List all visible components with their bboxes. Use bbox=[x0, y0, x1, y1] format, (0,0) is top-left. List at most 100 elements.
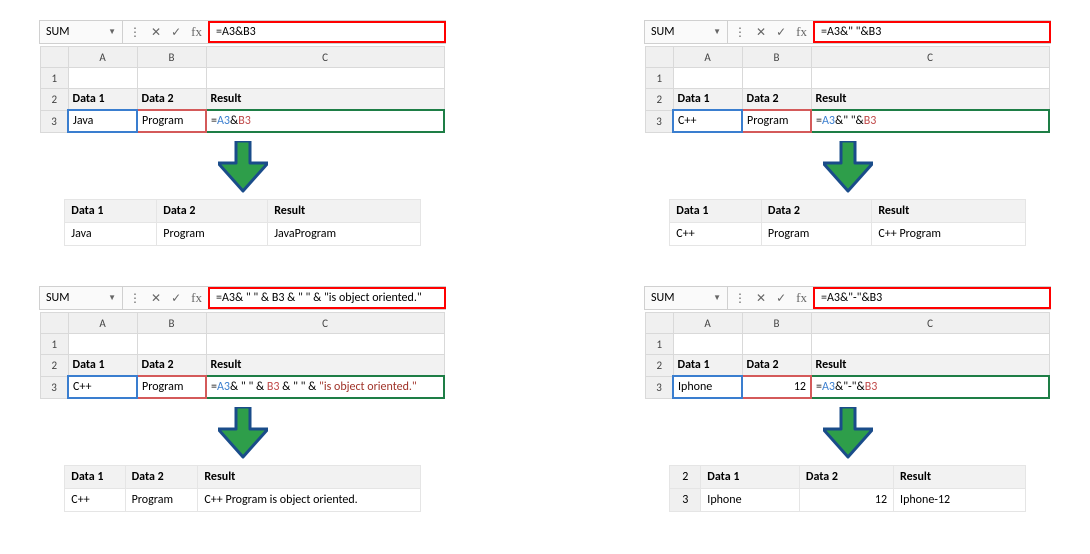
cell-b3[interactable]: 12 bbox=[742, 376, 811, 398]
cell[interactable] bbox=[68, 68, 137, 89]
cell-a3[interactable]: Iphone bbox=[673, 376, 742, 398]
cell[interactable] bbox=[137, 68, 206, 89]
header-cell[interactable]: Data 2 bbox=[137, 89, 206, 111]
header-cell[interactable]: Result bbox=[206, 355, 444, 377]
result-sheet: Data 1Data 2Result C++ProgramC++ Program… bbox=[64, 465, 420, 512]
row-header[interactable]: 1 bbox=[646, 334, 674, 355]
header-cell[interactable]: Data 2 bbox=[137, 355, 206, 377]
fx-icon[interactable]: fx bbox=[796, 290, 807, 306]
cell-a3[interactable]: Java bbox=[68, 110, 137, 132]
input-sheet: ABC 1 2Data 1Data 2Result 3 Iphone 12 =A… bbox=[645, 312, 1050, 399]
col-header[interactable]: B bbox=[137, 47, 206, 68]
result-header: Data 2 bbox=[761, 200, 871, 223]
row-header[interactable]: 3 bbox=[41, 376, 69, 398]
row-header: 3 bbox=[670, 489, 701, 512]
cell[interactable] bbox=[68, 334, 137, 355]
col-header[interactable]: C bbox=[206, 313, 444, 334]
row-header[interactable]: 1 bbox=[41, 334, 69, 355]
result-cell: C++ Program bbox=[872, 223, 1025, 246]
cell-c3-editing[interactable]: =A3&" "&B3 bbox=[811, 110, 1049, 132]
cell[interactable] bbox=[137, 334, 206, 355]
enter-icon[interactable]: ✓ bbox=[776, 291, 786, 306]
header-cell[interactable]: Data 1 bbox=[68, 355, 137, 377]
name-box-value: SUM bbox=[651, 25, 674, 39]
cell[interactable] bbox=[811, 68, 1049, 89]
col-header[interactable]: B bbox=[137, 313, 206, 334]
row-header[interactable]: 2 bbox=[41, 355, 69, 377]
arrow-down-icon bbox=[218, 141, 268, 193]
enter-icon[interactable]: ✓ bbox=[171, 25, 181, 40]
fx-icon[interactable]: fx bbox=[796, 24, 807, 40]
row-header[interactable]: 2 bbox=[646, 355, 674, 377]
formula-input[interactable]: =A3&"-"&B3 bbox=[813, 287, 1051, 309]
fx-icon[interactable]: fx bbox=[191, 290, 202, 306]
formula-bar-buttons: ⋮ ✕ ✓ fx bbox=[123, 287, 209, 309]
result-cell: Program bbox=[157, 223, 268, 246]
enter-icon[interactable]: ✓ bbox=[171, 291, 181, 306]
result-header: Data 1 bbox=[701, 466, 800, 489]
header-cell[interactable]: Data 1 bbox=[68, 89, 137, 111]
name-box-value: SUM bbox=[46, 291, 69, 305]
col-header[interactable]: A bbox=[673, 47, 742, 68]
cell[interactable] bbox=[811, 334, 1049, 355]
cancel-icon[interactable]: ✕ bbox=[756, 291, 766, 306]
col-header[interactable]: C bbox=[206, 47, 444, 68]
arrow-down-icon bbox=[823, 141, 873, 193]
enter-icon[interactable]: ✓ bbox=[776, 25, 786, 40]
cell[interactable] bbox=[673, 68, 742, 89]
cell[interactable] bbox=[206, 334, 444, 355]
cancel-icon[interactable]: ✕ bbox=[756, 25, 766, 40]
cell[interactable] bbox=[742, 334, 811, 355]
cell-a3[interactable]: C++ bbox=[68, 376, 137, 398]
input-sheet: ABC 1 2Data 1Data 2Result 3 C++ Program … bbox=[645, 46, 1050, 133]
name-box[interactable]: SUM ▼ bbox=[645, 21, 728, 43]
cell-b3[interactable]: Program bbox=[742, 110, 811, 132]
formula-input[interactable]: =A3&B3 bbox=[208, 21, 446, 43]
row-header[interactable]: 2 bbox=[41, 89, 69, 111]
header-cell[interactable]: Result bbox=[811, 89, 1049, 111]
cell[interactable] bbox=[673, 334, 742, 355]
cancel-icon[interactable]: ✕ bbox=[151, 291, 161, 306]
col-header[interactable]: A bbox=[673, 313, 742, 334]
row-header[interactable]: 1 bbox=[41, 68, 69, 89]
formula-bar-buttons: ⋮ ✕ ✓ fx bbox=[728, 21, 814, 43]
cell-c3-editing[interactable]: =A3&"-"&B3 bbox=[811, 376, 1049, 398]
formula-bar: SUM ▼ ⋮ ✕ ✓ fx =A3&B3 bbox=[39, 20, 446, 44]
cell[interactable] bbox=[206, 68, 444, 89]
cell-a3[interactable]: C++ bbox=[673, 110, 742, 132]
result-header: Data 1 bbox=[670, 200, 762, 223]
name-box[interactable]: SUM ▼ bbox=[40, 21, 123, 43]
col-header[interactable]: C bbox=[811, 313, 1049, 334]
formula-bar: SUM ▼ ⋮ ✕ ✓ fx =A3&" "&B3 bbox=[644, 20, 1051, 44]
formula-input[interactable]: =A3&" "&B3 bbox=[813, 21, 1051, 43]
header-cell[interactable]: Data 1 bbox=[673, 355, 742, 377]
row-header[interactable]: 2 bbox=[646, 89, 674, 111]
result-cell: Program bbox=[761, 223, 871, 246]
col-header[interactable]: A bbox=[68, 313, 137, 334]
fx-icon[interactable]: fx bbox=[191, 24, 202, 40]
cell-b3[interactable]: Program bbox=[137, 110, 206, 132]
row-header[interactable]: 3 bbox=[646, 110, 674, 132]
header-cell[interactable]: Data 2 bbox=[742, 89, 811, 111]
formula-input[interactable]: =A3& " " & B3 & " " & "is object oriente… bbox=[208, 287, 446, 309]
name-box[interactable]: SUM ▼ bbox=[40, 287, 123, 309]
col-header[interactable]: A bbox=[68, 47, 137, 68]
cell[interactable] bbox=[742, 68, 811, 89]
row-header[interactable]: 3 bbox=[41, 110, 69, 132]
cell-b3[interactable]: Program bbox=[137, 376, 206, 398]
name-box[interactable]: SUM ▼ bbox=[645, 287, 728, 309]
row-header[interactable]: 3 bbox=[646, 376, 674, 398]
row-header[interactable]: 1 bbox=[646, 68, 674, 89]
cell-c3-editing[interactable]: =A3& " " & B3 & " " & "is object oriente… bbox=[206, 376, 444, 398]
cell-c3-editing[interactable]: =A3&B3 bbox=[206, 110, 444, 132]
formula-bar: SUM ▼ ⋮ ✕ ✓ fx =A3&"-"&B3 bbox=[644, 286, 1051, 310]
header-cell[interactable]: Data 1 bbox=[673, 89, 742, 111]
col-header[interactable]: B bbox=[742, 47, 811, 68]
col-header[interactable]: B bbox=[742, 313, 811, 334]
result-header: Data 1 bbox=[65, 200, 157, 223]
header-cell[interactable]: Data 2 bbox=[742, 355, 811, 377]
header-cell[interactable]: Result bbox=[811, 355, 1049, 377]
cancel-icon[interactable]: ✕ bbox=[151, 25, 161, 40]
header-cell[interactable]: Result bbox=[206, 89, 444, 111]
col-header[interactable]: C bbox=[811, 47, 1049, 68]
